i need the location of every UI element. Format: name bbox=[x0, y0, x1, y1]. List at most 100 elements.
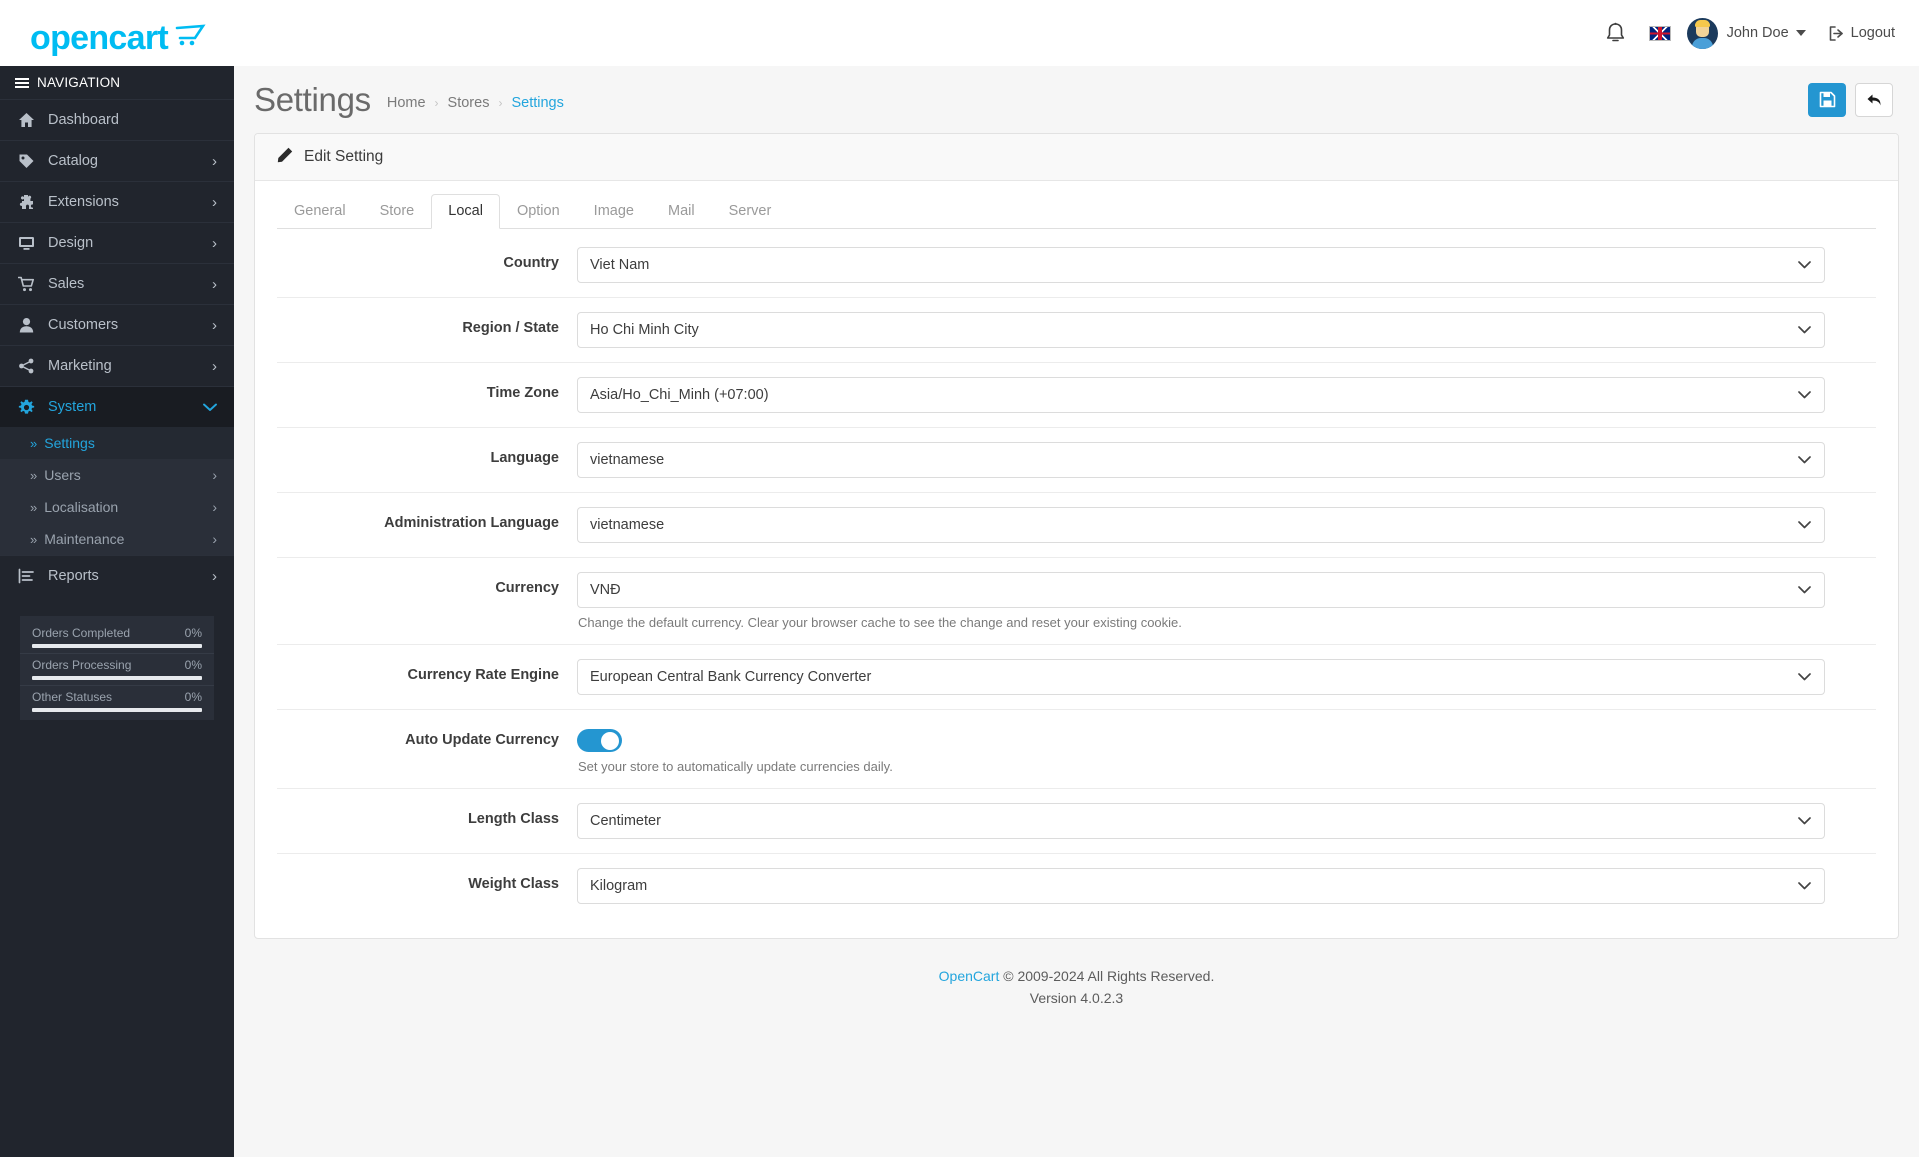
chevron-down-icon[interactable] bbox=[1796, 30, 1806, 36]
chevron-down-icon bbox=[203, 399, 217, 416]
cart-icon bbox=[18, 276, 42, 292]
breadcrumb-item-home[interactable]: Home bbox=[387, 95, 426, 111]
notification-bell-button[interactable] bbox=[1593, 10, 1639, 56]
stat-orders-processing: Orders Processing 0% bbox=[20, 654, 214, 680]
length-class-value: Centimeter bbox=[590, 813, 661, 829]
opencart-link[interactable]: OpenCart bbox=[939, 968, 1000, 984]
breadcrumb: Home › Stores › Settings bbox=[387, 95, 564, 111]
sidebar-label-reports: Reports bbox=[48, 568, 99, 584]
settings-tabs: General Store Local Option Image Mail Se… bbox=[277, 193, 1876, 229]
currency-engine-select[interactable]: European Central Bank Currency Converter bbox=[577, 659, 1825, 695]
weight-class-value: Kilogram bbox=[590, 878, 647, 894]
footer: OpenCart © 2009-2024 All Rights Reserved… bbox=[234, 939, 1919, 1010]
footer-version: Version 4.0.2.3 bbox=[234, 987, 1919, 1009]
label-currency-engine: Currency Rate Engine bbox=[277, 659, 577, 683]
auto-update-currency-toggle[interactable] bbox=[577, 729, 622, 752]
navigation-label: NAVIGATION bbox=[37, 75, 120, 90]
chevron-right-icon: › bbox=[212, 235, 217, 252]
stat-value: 0% bbox=[185, 690, 202, 704]
sidebar-subitem-maintenance[interactable]: » Maintenance › bbox=[0, 523, 234, 555]
save-icon bbox=[1819, 91, 1836, 108]
currency-help-text: Change the default currency. Clear your … bbox=[577, 615, 1825, 630]
chevron-right-icon: › bbox=[212, 499, 217, 515]
weight-class-select[interactable]: Kilogram bbox=[577, 868, 1825, 904]
label-length-class: Length Class bbox=[277, 803, 577, 827]
tab-mail[interactable]: Mail bbox=[651, 194, 712, 229]
sidebar-item-design[interactable]: Design › bbox=[0, 222, 234, 263]
opencart-logo[interactable]: opencart bbox=[30, 11, 207, 55]
sidebar-subitem-localisation[interactable]: » Localisation › bbox=[0, 491, 234, 523]
tab-option[interactable]: Option bbox=[500, 194, 577, 229]
stat-label: Orders Processing bbox=[32, 658, 131, 672]
progress-bar bbox=[32, 708, 202, 712]
sidebar-item-sales[interactable]: Sales › bbox=[0, 263, 234, 304]
top-bar-right: John Doe Logout bbox=[1593, 0, 1895, 66]
tab-local[interactable]: Local bbox=[431, 194, 500, 229]
form-row-auto-update-currency: Auto Update Currency Set your store to a… bbox=[277, 710, 1876, 789]
admin-language-select[interactable]: vietnamese bbox=[577, 507, 1825, 543]
sidebar-item-customers[interactable]: Customers › bbox=[0, 304, 234, 345]
length-class-select[interactable]: Centimeter bbox=[577, 803, 1825, 839]
stat-other-statuses: Other Statuses 0% bbox=[20, 686, 214, 712]
tab-image[interactable]: Image bbox=[577, 194, 651, 229]
chevron-down-icon bbox=[1798, 878, 1811, 894]
breadcrumb-separator: › bbox=[498, 96, 502, 110]
sidebar-label-design: Design bbox=[48, 235, 93, 251]
tab-general[interactable]: General bbox=[277, 194, 363, 229]
navigation-toggle[interactable]: NAVIGATION bbox=[0, 66, 234, 99]
footer-copyright: © 2009-2024 All Rights Reserved. bbox=[999, 968, 1214, 984]
tab-server[interactable]: Server bbox=[712, 194, 789, 229]
chevron-right-icon: › bbox=[212, 276, 217, 293]
timezone-value: Asia/Ho_Chi_Minh (+07:00) bbox=[590, 387, 769, 403]
label-region: Region / State bbox=[277, 312, 577, 336]
avatar[interactable] bbox=[1687, 18, 1718, 49]
sidebar-subitem-users[interactable]: » Users › bbox=[0, 459, 234, 491]
sidebar-sublabel-maintenance: Maintenance bbox=[44, 531, 124, 547]
chevron-down-icon bbox=[1798, 452, 1811, 468]
main-content: Settings Home › Stores › Settings bbox=[234, 66, 1919, 1157]
label-auto-update-currency: Auto Update Currency bbox=[277, 724, 577, 748]
language-select[interactable]: vietnamese bbox=[577, 442, 1825, 478]
chevron-right-icon: › bbox=[212, 317, 217, 334]
username-label[interactable]: John Doe bbox=[1727, 25, 1789, 41]
breadcrumb-item-stores[interactable]: Stores bbox=[448, 95, 490, 111]
chevron-right-icon: › bbox=[212, 467, 217, 483]
tag-icon bbox=[18, 153, 42, 169]
stat-value: 0% bbox=[185, 658, 202, 672]
sidebar-item-dashboard[interactable]: Dashboard bbox=[0, 99, 234, 140]
tab-store[interactable]: Store bbox=[363, 194, 432, 229]
chevron-right-icon: › bbox=[212, 531, 217, 547]
page-title: Settings bbox=[254, 81, 371, 119]
chevron-down-icon bbox=[1798, 322, 1811, 338]
sidebar-label-dashboard: Dashboard bbox=[48, 112, 119, 128]
sidebar-label-extensions: Extensions bbox=[48, 194, 119, 210]
timezone-select[interactable]: Asia/Ho_Chi_Minh (+07:00) bbox=[577, 377, 1825, 413]
chevron-right-icon: › bbox=[212, 153, 217, 170]
country-select[interactable]: Viet Nam bbox=[577, 247, 1825, 283]
monitor-icon bbox=[18, 235, 42, 251]
auto-update-currency-help-text: Set your store to automatically update c… bbox=[577, 759, 1825, 774]
back-button[interactable] bbox=[1855, 83, 1893, 117]
chevron-down-icon bbox=[1798, 257, 1811, 273]
logout-label: Logout bbox=[1851, 25, 1895, 41]
currency-select[interactable]: VNĐ bbox=[577, 572, 1825, 608]
sidebar: NAVIGATION Dashboard Catalog › Extension… bbox=[0, 66, 234, 1157]
sidebar-sublabel-localisation: Localisation bbox=[44, 499, 118, 515]
stat-value: 0% bbox=[185, 626, 202, 640]
sidebar-item-system[interactable]: System bbox=[0, 386, 234, 427]
save-button[interactable] bbox=[1808, 83, 1846, 117]
logout-button[interactable]: Logout bbox=[1828, 25, 1895, 42]
sidebar-item-catalog[interactable]: Catalog › bbox=[0, 140, 234, 181]
breadcrumb-item-settings[interactable]: Settings bbox=[511, 95, 563, 111]
logout-icon bbox=[1828, 25, 1845, 42]
progress-bar bbox=[32, 676, 202, 680]
sidebar-item-extensions[interactable]: Extensions › bbox=[0, 181, 234, 222]
uk-flag-icon[interactable] bbox=[1649, 26, 1671, 41]
sidebar-subitem-settings[interactable]: » Settings bbox=[0, 427, 234, 459]
chevron-down-icon bbox=[1798, 669, 1811, 685]
region-select[interactable]: Ho Chi Minh City bbox=[577, 312, 1825, 348]
cart-logo-icon bbox=[173, 23, 207, 52]
card-body: General Store Local Option Image Mail Se… bbox=[255, 181, 1898, 938]
sidebar-item-reports[interactable]: Reports › bbox=[0, 555, 234, 596]
sidebar-item-marketing[interactable]: Marketing › bbox=[0, 345, 234, 386]
